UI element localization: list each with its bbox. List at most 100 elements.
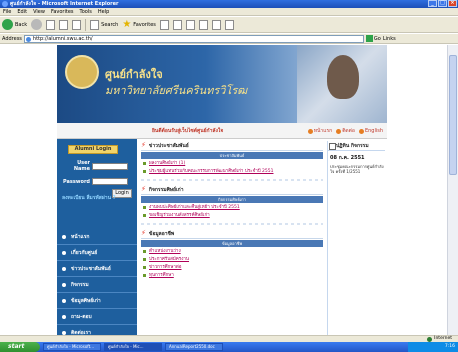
edit-button[interactable]: [198, 19, 208, 30]
globe-icon: [427, 336, 433, 342]
site-banner: ศูนย์กำลังใจ มหาวิทยาลัยศรีนครินทรวิโรฒ: [57, 45, 387, 123]
sidebar-menu: หน้าแรก เกี่ยวกับศูนย์ ข่าวประชาสัมพันธ์…: [57, 229, 137, 335]
scrollbar-thumb[interactable]: [449, 55, 457, 175]
activities-section-title: กิจกรรมศิษย์เก่า: [148, 186, 184, 193]
forward-button[interactable]: [31, 19, 43, 30]
links-label[interactable]: Links: [383, 36, 396, 42]
favorites-label: Favorites: [133, 21, 156, 28]
status-bar: Internet: [0, 335, 458, 342]
career-link[interactable]: ตำแหน่งงานว่าง: [141, 249, 323, 255]
go-button[interactable]: Go: [365, 35, 381, 42]
menu-favorites[interactable]: Favorites: [51, 8, 74, 15]
career-section-header: ⚡ ข้อมูลอาชีพ: [141, 229, 323, 239]
address-bar: Address http://alumni.swu.ac.th/ Go Link…: [0, 34, 458, 44]
window-title: ศูนย์กำลังใจ - Microsoft Internet Explor…: [10, 1, 119, 7]
news-section-bar: ประชาสัมพันธ์: [141, 152, 323, 159]
ie-logo-icon: [2, 1, 8, 7]
address-input[interactable]: http://alumni.swu.ac.th/: [23, 34, 364, 43]
menu-bar: File Edit View Favorites Tools Help: [0, 8, 458, 16]
toolbar: Back Search ★ Favorites: [0, 17, 458, 33]
password-row: Password: [60, 178, 134, 185]
main-content: ⚡ ข่าวประชาสัมพันธ์ ประชาสัมพันธ์ ผลงานศ…: [141, 141, 323, 335]
taskbar-item[interactable]: ศูนย์กำลังใจ - Mic...: [104, 343, 162, 351]
stop-button[interactable]: [46, 19, 56, 30]
search-button[interactable]: Search: [90, 19, 118, 30]
password-input[interactable]: [92, 178, 128, 185]
window-titlebar: ศูนย์กำลังใจ - Microsoft Internet Explor…: [0, 0, 458, 8]
top-links: หน้าแรก ติดต่อ English: [308, 127, 383, 135]
menu-edit[interactable]: Edit: [17, 8, 27, 15]
welcome-strip: ยินดีต้อนรับสู่เว็บไซต์ศูนย์กำลังใจ หน้า…: [57, 123, 387, 139]
banner-photo: [297, 45, 387, 123]
activities-section-bar: กิจกรรมศิษย์เก่า: [141, 196, 323, 203]
window-controls: _ □ ×: [428, 0, 457, 7]
activity-date: 08 ก.ค. 2551: [330, 155, 365, 161]
sidebar-item-home[interactable]: หน้าแรก: [57, 229, 137, 245]
toolbar-separator: [85, 18, 87, 31]
left-sidebar: Alumni Login User Name Password Login ลง…: [57, 139, 137, 335]
menu-view[interactable]: View: [33, 8, 45, 15]
taskbar: start ศูนย์กำลังใจ - Microsoft... ศูนย์ก…: [0, 342, 458, 352]
history-button[interactable]: [159, 19, 169, 30]
back-arrow-icon: [2, 19, 13, 30]
menu-help[interactable]: Help: [98, 8, 109, 15]
career-link[interactable]: ทุนการศึกษา: [141, 273, 323, 279]
bolt-icon: ⚡: [141, 229, 146, 237]
sidebar-item-about[interactable]: เกี่ยวกับศูนย์: [57, 245, 137, 261]
web-page: ศูนย์กำลังใจ มหาวิทยาลัยศรีนครินทรวิโรฒ …: [57, 45, 387, 335]
sidebar-item-news[interactable]: ข่าวประชาสัมพันธ์: [57, 261, 137, 277]
close-button[interactable]: ×: [448, 0, 457, 7]
back-label: Back: [15, 21, 28, 28]
section-divider: [141, 179, 323, 181]
sidebar-item-activities[interactable]: กิจกรรม: [57, 277, 137, 293]
folder-button[interactable]: [211, 19, 221, 30]
career-section-bar: ข้อมูลอาชีพ: [141, 240, 323, 247]
activity-link[interactable]: ขอเชิญร่วมงานสังสรรค์ศิษย์เก่า: [141, 213, 323, 219]
vertical-scrollbar[interactable]: [447, 45, 458, 335]
sidebar-item-contact[interactable]: ติดต่อเรา: [57, 325, 137, 335]
back-button[interactable]: Back: [2, 19, 27, 30]
career-section: ⚡ ข้อมูลอาชีพ ข้อมูลอาชีพ ตำแหน่งงานว่าง…: [141, 229, 323, 279]
taskbar-item[interactable]: AnnualReport2550.doc: [165, 343, 223, 351]
print-button[interactable]: [185, 19, 195, 30]
sidebar-item-alumni[interactable]: ข้อมูลศิษย์เก่า: [57, 293, 137, 309]
university-logo: [65, 55, 99, 89]
bolt-icon: ⚡: [141, 141, 146, 149]
top-link-english[interactable]: English: [359, 127, 383, 135]
home-button[interactable]: [72, 19, 82, 30]
sidebar-item-faq[interactable]: ถาม-ตอบ: [57, 309, 137, 325]
username-row: User Name: [60, 160, 134, 172]
bolt-icon: ⚡: [141, 185, 146, 193]
news-link[interactable]: ประชุมผู้แทนร่วมกับคณะกรรมการพัฒนาศิษย์เ…: [141, 169, 323, 175]
go-label: Go: [373, 35, 381, 42]
address-label: Address: [2, 35, 22, 42]
career-section-title: ข้อมูลอาชีพ: [148, 230, 175, 237]
activities-section-header: ⚡ กิจกรรมศิษย์เก่า: [141, 185, 323, 195]
username-input[interactable]: [92, 162, 128, 170]
activity-text[interactable]: ประชุมคณะกรรมการศูนย์กำลังใจ ครั้งที่ 1/…: [328, 164, 385, 174]
login-box: Alumni Login User Name Password Login ลง…: [60, 145, 134, 225]
start-button[interactable]: start: [0, 342, 40, 352]
menu-tools[interactable]: Tools: [80, 8, 92, 15]
news-section-title: ข่าวประชาสัมพันธ์: [148, 142, 189, 149]
minimize-button[interactable]: _: [428, 0, 437, 7]
messenger-button[interactable]: [224, 19, 234, 30]
top-link-home[interactable]: หน้าแรก: [308, 127, 332, 135]
menu-file[interactable]: File: [3, 8, 11, 15]
activities-section: ⚡ กิจกรรมศิษย์เก่า กิจกรรมศิษย์เก่า งานพ…: [141, 185, 323, 219]
username-label: User Name: [73, 160, 90, 172]
page-viewport: ศูนย์กำลังใจ มหาวิทยาลัยศรีนครินทรวิโรฒ …: [0, 45, 447, 335]
activity-title: ปฏิทิน กิจกรรม: [328, 141, 385, 151]
favorites-button[interactable]: ★ Favorites: [122, 19, 156, 30]
news-link[interactable]: ผลงานศิษย์เก่า (1): [141, 161, 323, 167]
mail-button[interactable]: [172, 19, 182, 30]
activity-link[interactable]: งานพบปะศิษย์เก่าและคืนสู่เหย้า ประจำปี 2…: [141, 205, 323, 211]
top-link-contact[interactable]: ติดต่อ: [336, 127, 355, 135]
maximize-button[interactable]: □: [438, 0, 447, 7]
taskbar-item[interactable]: ศูนย์กำลังใจ - Microsoft...: [43, 343, 101, 351]
refresh-button[interactable]: [59, 19, 69, 30]
section-divider: [141, 223, 323, 225]
career-link[interactable]: ข่าวการศึกษาต่อ: [141, 265, 323, 271]
go-arrow-icon: [365, 35, 373, 42]
career-link[interactable]: ประกาศรับสมัครงาน: [141, 257, 323, 263]
